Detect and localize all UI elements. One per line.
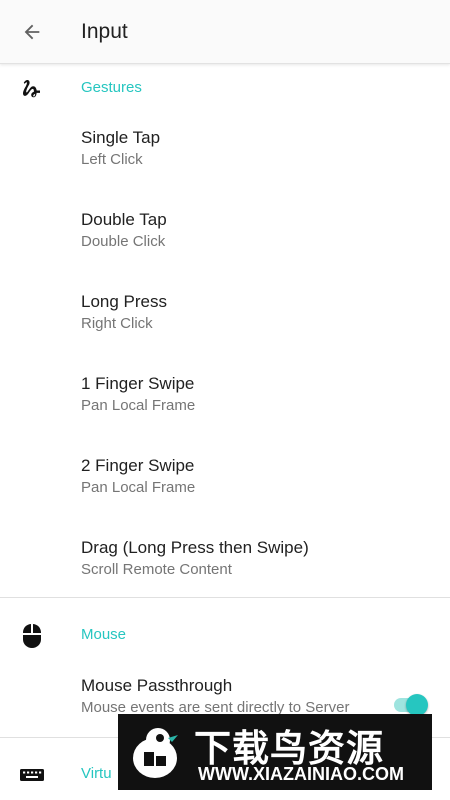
pref-item-long-press[interactable]: Long Press Right Click (0, 284, 450, 366)
section-title-virtual-keyboard: Virtu (81, 765, 112, 782)
pref-title: Mouse Passthrough (81, 676, 233, 695)
pref-item-drag[interactable]: Drag (Long Press then Swipe) Scroll Remo… (0, 530, 450, 612)
pref-title: 2 Finger Swipe (81, 456, 195, 475)
app-bar: Input (0, 0, 450, 64)
pref-item-2-finger-swipe[interactable]: 2 Finger Swipe Pan Local Frame (0, 448, 450, 530)
pref-title: Double Tap (81, 210, 167, 229)
pref-summary: Double Click (81, 233, 166, 250)
page-title: Input (81, 20, 128, 43)
pref-summary: Pan Local Frame (81, 397, 196, 414)
watermark-logo-icon (133, 728, 178, 778)
pref-item-single-tap[interactable]: Single Tap Left Click (0, 120, 450, 202)
pref-summary: Pan Local Frame (81, 479, 196, 496)
keyboard-icon (19, 762, 45, 788)
toggle-thumb (406, 694, 428, 716)
section-title-mouse: Mouse (81, 626, 127, 643)
arrow-back-icon (24, 24, 40, 40)
pref-title: Drag (Long Press then Swipe) (81, 538, 309, 557)
pref-title: Long Press (81, 292, 167, 311)
pref-summary: Right Click (81, 315, 153, 332)
section-title-gestures: Gestures (81, 79, 142, 96)
back-button[interactable] (14, 14, 50, 50)
pref-title: Single Tap (81, 128, 161, 147)
watermark-url: WWW.XIAZAINIAO.COM (198, 764, 404, 784)
section-header-gestures: Gestures (0, 66, 450, 110)
mouse-icon (19, 623, 45, 649)
section-header-mouse: Mouse (0, 613, 450, 657)
section-divider (0, 597, 450, 598)
pref-summary: Scroll Remote Content (81, 561, 232, 578)
pref-summary: Left Click (81, 151, 143, 168)
pref-item-double-tap[interactable]: Double Tap Double Click (0, 202, 450, 284)
watermark-banner: 下载鸟资源 WWW.XIAZAINIAO.COM (118, 714, 432, 790)
pref-title: 1 Finger Swipe (81, 374, 195, 393)
gesture-icon (19, 76, 45, 102)
pref-item-1-finger-swipe[interactable]: 1 Finger Swipe Pan Local Frame (0, 366, 450, 448)
